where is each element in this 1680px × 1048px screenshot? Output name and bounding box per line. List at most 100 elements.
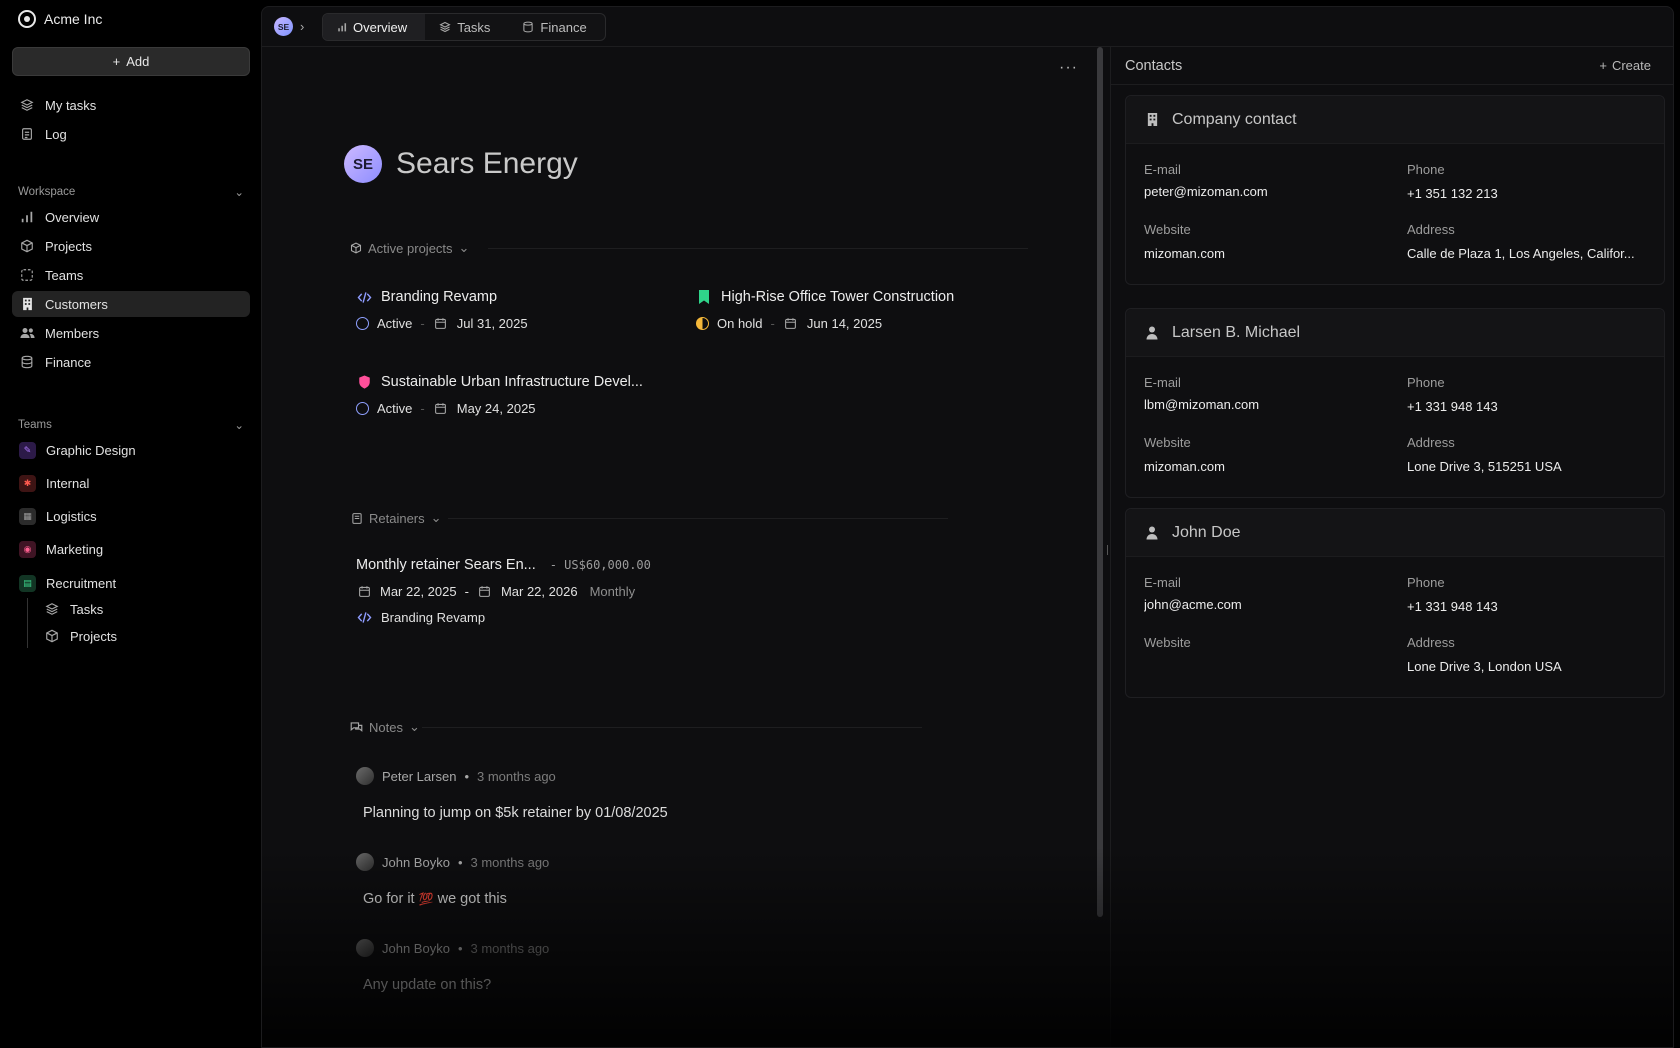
retainer-end-date: Mar 22, 2026 (500, 583, 578, 599)
org-switcher[interactable]: Acme Inc (18, 10, 102, 28)
contact-email[interactable]: peter@mizoman.com (1144, 184, 1384, 199)
workspace-group-header[interactable]: Workspace ⌄ (18, 185, 244, 199)
separator: - (420, 315, 425, 331)
building-icon (1144, 112, 1160, 128)
tab-label: Overview (353, 19, 408, 35)
gear-icon: ✱ (19, 474, 36, 492)
more-options-icon[interactable]: ··· (1059, 59, 1078, 77)
database-icon (522, 19, 534, 35)
retainers-toggle[interactable]: Retainers ⌄ (350, 510, 442, 526)
contact-name: Larsen B. Michael (1172, 323, 1301, 341)
sidebar-item-overview[interactable]: Overview (12, 204, 250, 230)
chevron-right-icon: › (300, 19, 305, 34)
sidebar-item-finance[interactable]: Finance (12, 349, 250, 375)
note-body: Planning to jump on $5k retainer by 01/0… (363, 805, 668, 821)
contact-phone[interactable]: +1 331 948 143 (1407, 599, 1647, 614)
chevron-down-icon: ⌄ (458, 240, 470, 255)
main-panel: SE › Overview Tasks Finance ··· SE Sears… (261, 6, 1674, 1048)
sidebar-team-graphic-design[interactable]: ✎ Graphic Design (12, 437, 250, 463)
field-label: Phone (1407, 375, 1445, 390)
calendar-icon (433, 400, 449, 416)
active-projects-toggle[interactable]: Active projects ⌄ (350, 240, 469, 256)
hundred-points-emoji: 💯 (418, 892, 434, 906)
separator: • (457, 854, 463, 870)
members-icon (19, 325, 35, 341)
project-name: Sustainable Urban Infrastructure Devel..… (381, 374, 643, 390)
calendar-icon (433, 315, 449, 331)
layers-icon (44, 601, 60, 617)
sidebar-item-customers[interactable]: Customers (12, 291, 250, 317)
contact-email[interactable]: john@acme.com (1144, 597, 1384, 612)
separator: • (464, 768, 469, 784)
status-on-hold-icon (696, 316, 709, 330)
sidebar-item-projects[interactable]: Projects (12, 233, 250, 259)
breadcrumb-avatar[interactable]: SE (274, 17, 293, 36)
project-date: Jun 14, 2025 (806, 315, 883, 331)
code-icon (356, 289, 372, 305)
project-card[interactable]: Branding Revamp Active - Jul 31, 2025 (356, 289, 528, 331)
retainer-item[interactable]: Monthly retainer Sears En... - US$60,000… (356, 557, 651, 625)
sidebar-team-internal[interactable]: ✱ Internal (12, 470, 250, 496)
note-item[interactable]: John Boyko • 3 months ago Go for it 💯 we… (344, 843, 1010, 917)
org-name: Acme Inc (44, 11, 103, 27)
add-button[interactable]: + Add (12, 47, 250, 76)
sidebar-item-members[interactable]: Members (12, 320, 250, 346)
sidebar-item-label: Internal (46, 475, 90, 491)
sidebar-subitem-tasks[interactable]: Tasks (42, 596, 242, 622)
teams-icon (19, 267, 35, 283)
note-body: Any update on this? (363, 977, 492, 993)
sidebar-item-label: My tasks (45, 97, 97, 113)
field-label: Address (1407, 635, 1455, 650)
contact-card[interactable]: Company contact E-mail peter@mizoman.com … (1125, 95, 1665, 285)
project-card[interactable]: Sustainable Urban Infrastructure Devel..… (356, 374, 643, 416)
create-button-label: Create (1611, 58, 1651, 73)
note-item[interactable]: Peter Larsen • 3 months ago Planning to … (344, 757, 1010, 831)
sidebar-item-label: Finance (45, 354, 92, 370)
tab-overview[interactable]: Overview (323, 14, 426, 40)
log-icon (19, 126, 35, 142)
sidebar-team-recruitment[interactable]: ▤ Recruitment (12, 570, 250, 596)
project-status: Active (377, 400, 413, 416)
add-button-label: Add (126, 54, 150, 69)
tab-tasks[interactable]: Tasks (425, 14, 508, 40)
tab-label: Tasks (457, 19, 491, 35)
create-contact-button[interactable]: + Create (1599, 58, 1651, 73)
sidebar-item-label: Graphic Design (46, 442, 136, 458)
divider (488, 248, 1028, 249)
tab-finance[interactable]: Finance (508, 14, 604, 40)
field-label: E-mail (1144, 575, 1181, 590)
contact-website[interactable]: mizoman.com (1144, 459, 1384, 474)
contact-address: Lone Drive 3, 515251 USA (1407, 459, 1562, 474)
customer-header: SE Sears Energy (344, 145, 578, 183)
sidebar-item-my-tasks[interactable]: My tasks (12, 92, 250, 118)
separator: - (770, 315, 775, 331)
calendar-icon (356, 583, 372, 599)
note-item[interactable]: John Boyko • 3 months ago Any update on … (344, 929, 1010, 1003)
contact-website[interactable]: mizoman.com (1144, 246, 1384, 261)
note-body: Go for it (363, 891, 415, 907)
teams-group-header[interactable]: Teams ⌄ (18, 418, 244, 432)
project-status: On hold (717, 315, 763, 331)
avatar (356, 853, 374, 871)
note-author: John Boyko (382, 854, 450, 870)
sidebar-item-teams[interactable]: Teams (12, 262, 250, 288)
box-icon (19, 238, 35, 254)
sidebar-team-marketing[interactable]: ◉ Marketing (12, 536, 250, 562)
notes-toggle[interactable]: Notes ⌄ (350, 719, 420, 735)
contact-phone[interactable]: +1 351 132 213 (1407, 186, 1647, 201)
project-card[interactable]: High-Rise Office Tower Construction On h… (696, 289, 954, 331)
contact-phone[interactable]: +1 331 948 143 (1407, 399, 1647, 414)
sidebar-team-logistics[interactable]: ▦ Logistics (12, 503, 250, 529)
contact-card[interactable]: Larsen B. Michael E-mail lbm@mizoman.com … (1125, 308, 1665, 498)
scrollbar[interactable] (1097, 47, 1103, 917)
field-label: Website (1144, 222, 1191, 237)
project-name: High-Rise Office Tower Construction (721, 289, 955, 305)
contact-card[interactable]: John Doe E-mail john@acme.com Phone +1 331… (1125, 508, 1665, 698)
sidebar-item-log[interactable]: Log (12, 121, 250, 147)
sidebar-subitem-projects[interactable]: Projects (42, 623, 242, 649)
contact-email[interactable]: lbm@mizoman.com (1144, 397, 1384, 412)
database-icon (19, 354, 35, 370)
person-icon (1144, 325, 1160, 341)
retainer-frequency: Monthly (589, 583, 636, 599)
retainer-name: Monthly retainer Sears En... (356, 557, 536, 573)
